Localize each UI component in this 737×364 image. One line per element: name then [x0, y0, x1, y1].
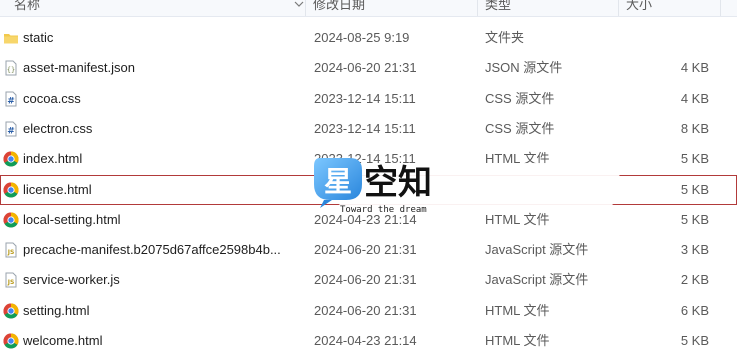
file-type: HTML 文件	[485, 302, 550, 318]
file-type: JavaScript 源文件	[485, 242, 589, 258]
file-type: 文件夹	[485, 30, 525, 45]
watermark-logo-icon: 星 空知 Toward the dream	[314, 158, 432, 215]
file-type: HTML 文件	[485, 333, 550, 348]
chrome-icon	[3, 182, 19, 198]
watermark-tagline: Toward the dream	[340, 205, 427, 215]
file-name: local-setting.html	[23, 211, 121, 227]
svg-text:JS: JS	[7, 279, 15, 286]
file-size: 8 KB	[680, 120, 709, 136]
file-size: 5 KB	[680, 211, 709, 227]
file-modified-date: 2023-12-14 15:11	[314, 120, 416, 136]
json-file-icon: {}	[5, 60, 17, 76]
svg-text:#: #	[7, 126, 15, 136]
file-type: JSON 源文件	[485, 60, 563, 76]
chrome-icon	[3, 333, 19, 349]
file-modified-date: 2024-08-25 9:19	[314, 30, 410, 45]
column-divider[interactable]	[477, 0, 478, 16]
file-modified-date: 2024-06-20 21:31	[314, 60, 417, 76]
file-modified-date: 2024-04-23 21:14	[314, 333, 417, 348]
file-row[interactable]: # electron.css 2023-12-14 15:11 CSS 源文件 8 KB	[0, 114, 737, 144]
svg-text:JS: JS	[7, 249, 15, 256]
file-row[interactable]: {} asset-manifest.json 2024-06-20 21:31 JSO…	[0, 53, 737, 83]
file-size: 5 KB	[680, 333, 709, 348]
file-modified-date: 2023-12-14 15:11	[314, 90, 416, 106]
css-file-icon: #	[5, 121, 17, 137]
file-modified-date: 2024-06-20 21:31	[314, 272, 417, 288]
file-type: JavaScript 源文件	[485, 272, 589, 288]
file-row[interactable]: JS precache-manifest.b2075d67affce2598b4b…	[0, 235, 737, 265]
file-size: 2 KB	[680, 272, 709, 288]
file-row[interactable]: setting.html 2024-06-20 21:31 HTML 文件 6 KB	[0, 296, 737, 326]
file-name: welcome.html	[23, 333, 103, 348]
column-header-type[interactable]: 类型	[485, 0, 511, 15]
svg-text:#: #	[7, 96, 15, 106]
watermark-title: 空知	[364, 163, 432, 203]
file-name: license.html	[23, 181, 92, 197]
file-size: 6 KB	[680, 302, 709, 318]
file-type: CSS 源文件	[485, 120, 555, 136]
file-type: CSS 源文件	[485, 90, 555, 106]
file-size: 5 KB	[680, 181, 709, 197]
column-header: 名称 修改日期 类型 大小	[0, 0, 737, 17]
file-size: 4 KB	[680, 60, 709, 76]
file-size: 3 KB	[680, 242, 709, 258]
file-name: cocoa.css	[23, 90, 81, 106]
file-row[interactable]: # cocoa.css 2023-12-14 15:11 CSS 源文件 4 KB	[0, 84, 737, 114]
column-divider[interactable]	[720, 0, 721, 16]
column-header-date[interactable]: 修改日期	[313, 0, 365, 15]
file-size: 5 KB	[680, 151, 709, 167]
file-modified-date: 2024-06-20 21:31	[314, 242, 417, 258]
chrome-icon	[3, 151, 19, 167]
file-name: asset-manifest.json	[23, 60, 135, 76]
folder-icon	[4, 34, 18, 44]
column-header-name[interactable]: 名称	[14, 0, 40, 15]
file-size: 4 KB	[680, 90, 709, 106]
file-name: index.html	[23, 151, 83, 167]
file-row[interactable]: welcome.html 2024-04-23 21:14 HTML 文件 5 KB	[0, 326, 737, 356]
watermark-logo-char: 星	[324, 165, 352, 198]
file-name: precache-manifest.b2075d67affce2598b4b..…	[23, 242, 281, 258]
file-name: electron.css	[23, 120, 93, 136]
file-row[interactable]: static 2024-08-25 9:19 文件夹	[0, 23, 737, 53]
css-file-icon: #	[5, 91, 17, 107]
file-row[interactable]: JS service-worker.js 2024-06-20 21:31 JavaS…	[0, 265, 737, 295]
column-header-size[interactable]: 大小	[626, 0, 652, 15]
chrome-icon	[3, 212, 19, 228]
file-modified-date: 2024-06-20 21:31	[314, 302, 417, 318]
js-file-icon: JS	[5, 272, 17, 288]
watermark: 星 空知 Toward the dream	[310, 156, 630, 216]
chevron-down-icon[interactable]	[293, 0, 305, 11]
svg-text:{}: {}	[7, 66, 15, 74]
chrome-icon	[3, 303, 19, 319]
file-name: service-worker.js	[23, 272, 120, 288]
js-file-icon: JS	[5, 242, 17, 258]
column-divider[interactable]	[618, 0, 619, 16]
column-divider[interactable]	[305, 0, 306, 16]
file-size	[622, 23, 709, 53]
file-name: static	[23, 30, 54, 45]
file-name: setting.html	[23, 302, 90, 318]
